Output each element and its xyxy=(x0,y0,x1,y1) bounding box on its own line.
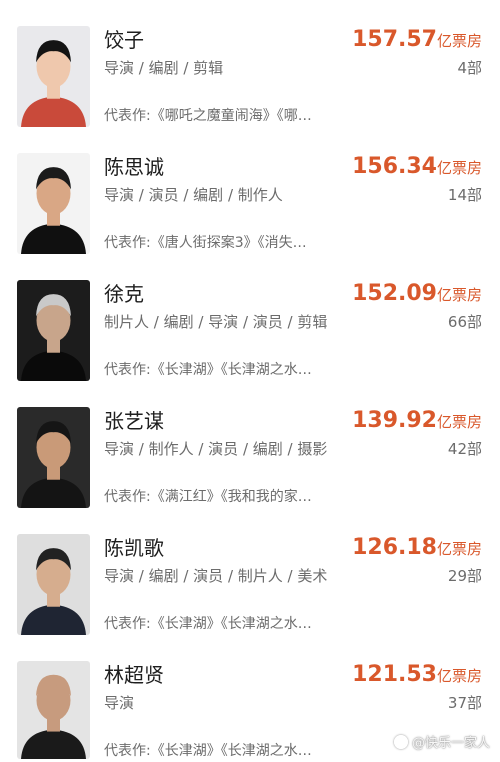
director-row[interactable]: 徐克 制片人 / 编剧 / 导演 / 演员 / 剪辑 代表作:《长津湖》《长津湖… xyxy=(0,254,500,381)
director-name: 徐克 xyxy=(104,282,144,306)
film-count: 66部 xyxy=(447,313,482,331)
director-name: 陈思诚 xyxy=(104,155,164,179)
film-count: 37部 xyxy=(447,694,482,712)
director-row[interactable]: 饺子 导演 / 编剧 / 剪辑 代表作:《哪吒之魔童闹海》《哪… 157.57亿… xyxy=(0,0,500,127)
box-office-value: 156.34 xyxy=(352,154,437,179)
director-roles: 导演 xyxy=(104,694,135,712)
director-name: 饺子 xyxy=(104,28,144,52)
director-roles: 导演 / 编剧 / 剪辑 xyxy=(104,59,224,77)
film-count: 29部 xyxy=(447,567,482,585)
toutiao-logo-icon xyxy=(393,734,408,749)
director-row[interactable]: 陈思诚 导演 / 演员 / 编剧 / 制作人 代表作:《唐人街探案3》《消失… … xyxy=(0,127,500,254)
box-office: 139.92亿票房 xyxy=(352,409,482,434)
director-photo xyxy=(17,26,90,127)
film-count: 42部 xyxy=(447,440,482,458)
director-name: 陈凯歌 xyxy=(104,536,164,560)
box-office-value: 157.57 xyxy=(352,27,437,52)
director-roles: 导演 / 演员 / 编剧 / 制作人 xyxy=(104,186,283,204)
box-office-unit: 亿票房 xyxy=(436,32,482,50)
director-photo xyxy=(17,534,90,635)
box-office: 121.53亿票房 xyxy=(352,663,482,688)
director-roles: 制片人 / 编剧 / 导演 / 演员 / 剪辑 xyxy=(104,313,328,331)
film-count: 4部 xyxy=(457,59,482,77)
watermark: @快乐一家人 xyxy=(393,732,490,751)
director-name: 林超贤 xyxy=(104,663,164,687)
box-office: 152.09亿票房 xyxy=(352,282,482,307)
director-photo xyxy=(17,280,90,381)
box-office-unit: 亿票房 xyxy=(436,413,482,431)
box-office-unit: 亿票房 xyxy=(436,159,482,177)
director-roles: 导演 / 编剧 / 演员 / 制片人 / 美术 xyxy=(104,567,328,585)
representative-works: 代表作:《满江红》《我和我的家… xyxy=(104,489,312,505)
box-office: 157.57亿票房 xyxy=(352,28,482,53)
box-office-unit: 亿票房 xyxy=(436,540,482,558)
director-row[interactable]: 陈凯歌 导演 / 编剧 / 演员 / 制片人 / 美术 代表作:《长津湖》《长津… xyxy=(0,508,500,635)
director-photo xyxy=(17,661,90,759)
watermark-text: @快乐一家人 xyxy=(411,736,490,751)
representative-works: 代表作:《长津湖》《长津湖之水… xyxy=(104,743,312,759)
director-name: 张艺谋 xyxy=(104,409,164,433)
director-roles: 导演 / 制作人 / 演员 / 编剧 / 摄影 xyxy=(104,440,328,458)
box-office-value: 152.09 xyxy=(352,281,437,306)
representative-works: 代表作:《长津湖》《长津湖之水… xyxy=(104,616,312,632)
representative-works: 代表作:《哪吒之魔童闹海》《哪… xyxy=(104,108,312,124)
box-office: 126.18亿票房 xyxy=(352,536,482,561)
box-office-unit: 亿票房 xyxy=(436,667,482,685)
director-photo xyxy=(17,407,90,508)
box-office-value: 121.53 xyxy=(352,662,437,687)
representative-works: 代表作:《长津湖》《长津湖之水… xyxy=(104,362,312,378)
box-office-value: 139.92 xyxy=(352,408,437,433)
box-office-unit: 亿票房 xyxy=(436,286,482,304)
box-office: 156.34亿票房 xyxy=(352,155,482,180)
film-count: 14部 xyxy=(447,186,482,204)
director-photo xyxy=(17,153,90,254)
box-office-value: 126.18 xyxy=(352,535,437,560)
director-row[interactable]: 张艺谋 导演 / 制作人 / 演员 / 编剧 / 摄影 代表作:《满江红》《我和… xyxy=(0,381,500,508)
representative-works: 代表作:《唐人街探案3》《消失… xyxy=(104,235,307,251)
